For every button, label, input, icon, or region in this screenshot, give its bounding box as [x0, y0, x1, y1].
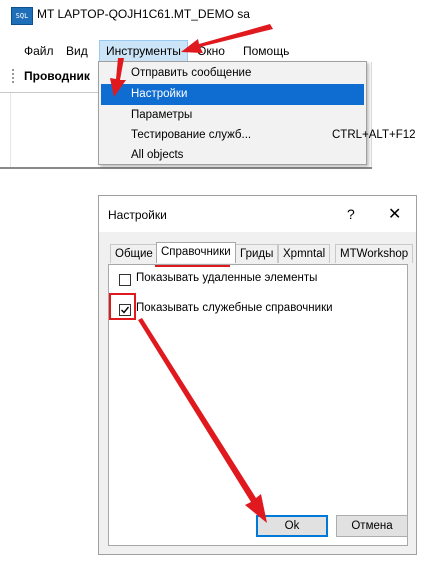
menu-file[interactable]: Файл — [18, 40, 60, 62]
menu-item-test-services[interactable]: Тестирование служб... — [101, 125, 364, 146]
window-border — [371, 62, 372, 168]
menu-item-parameters[interactable]: Параметры — [101, 105, 364, 126]
explorer-panel-edge — [10, 93, 11, 168]
app-window: SQL MT LAPTOP-QOJH1C61.MT_DEMO sa Файл В… — [0, 0, 416, 169]
app-title: MT LAPTOP-QOJH1C61.MT_DEMO sa — [37, 7, 250, 21]
tab-references[interactable]: Справочники — [156, 242, 236, 263]
dialog-titlebar: Настройки ? ✕ — [99, 196, 416, 232]
menu-bar: Файл Вид Инструменты Окно Помощь — [0, 40, 372, 62]
app-titlebar: SQL MT LAPTOP-QOJH1C61.MT_DEMO sa — [0, 0, 372, 30]
menu-window[interactable]: Окно — [191, 40, 231, 62]
tab-xpmntal[interactable]: Xpmntal — [278, 244, 331, 263]
tab-general[interactable]: Общие — [110, 244, 158, 263]
window-bottom-border — [0, 167, 372, 169]
menu-tools[interactable]: Инструменты — [99, 40, 188, 62]
tab-strip: Общие Справочники Гриды Xpmntal MTWorksh… — [110, 242, 414, 264]
ok-button[interactable]: Ok — [256, 515, 328, 537]
help-icon[interactable]: ? — [347, 206, 355, 222]
settings-dialog: Настройки ? ✕ Общие Справочники Гриды Xp… — [98, 195, 417, 555]
toolbar-divider — [0, 92, 100, 93]
tab-grids[interactable]: Гриды — [235, 244, 279, 263]
checkbox-highlight-box — [109, 293, 136, 320]
close-icon[interactable]: ✕ — [388, 204, 401, 224]
dialog-title: Настройки — [108, 208, 167, 222]
database-icon: SQL — [11, 7, 33, 25]
menu-item-all-objects[interactable]: All objects — [101, 145, 364, 166]
menu-view[interactable]: Вид — [60, 40, 94, 62]
tools-dropdown-menu: Отправить сообщение Настройки Параметры … — [98, 61, 416, 166]
references-tab-panel: Показывать удаленные элементы Показывать… — [108, 264, 408, 546]
menu-item-send-message[interactable]: Отправить сообщение — [101, 63, 364, 84]
menu-item-settings[interactable]: Настройки — [101, 84, 364, 105]
shortcut-text: CTRL+ALT+F12 — [332, 129, 416, 141]
tab-mtworkshop[interactable]: MTWorkshop — [335, 244, 414, 263]
toolbar-grip[interactable] — [12, 69, 14, 83]
show-deleted-checkbox[interactable] — [119, 274, 131, 286]
explorer-label: Проводник — [24, 69, 90, 83]
menu-help[interactable]: Помощь — [237, 40, 295, 62]
show-service-label[interactable]: Показывать служебные справочники — [136, 302, 333, 314]
cancel-button[interactable]: Отмена — [336, 515, 408, 537]
menu-item-test-services-label: Тестирование служб... — [131, 129, 252, 141]
show-deleted-label[interactable]: Показывать удаленные элементы — [136, 272, 317, 284]
tab-highlight-underline — [155, 265, 230, 267]
